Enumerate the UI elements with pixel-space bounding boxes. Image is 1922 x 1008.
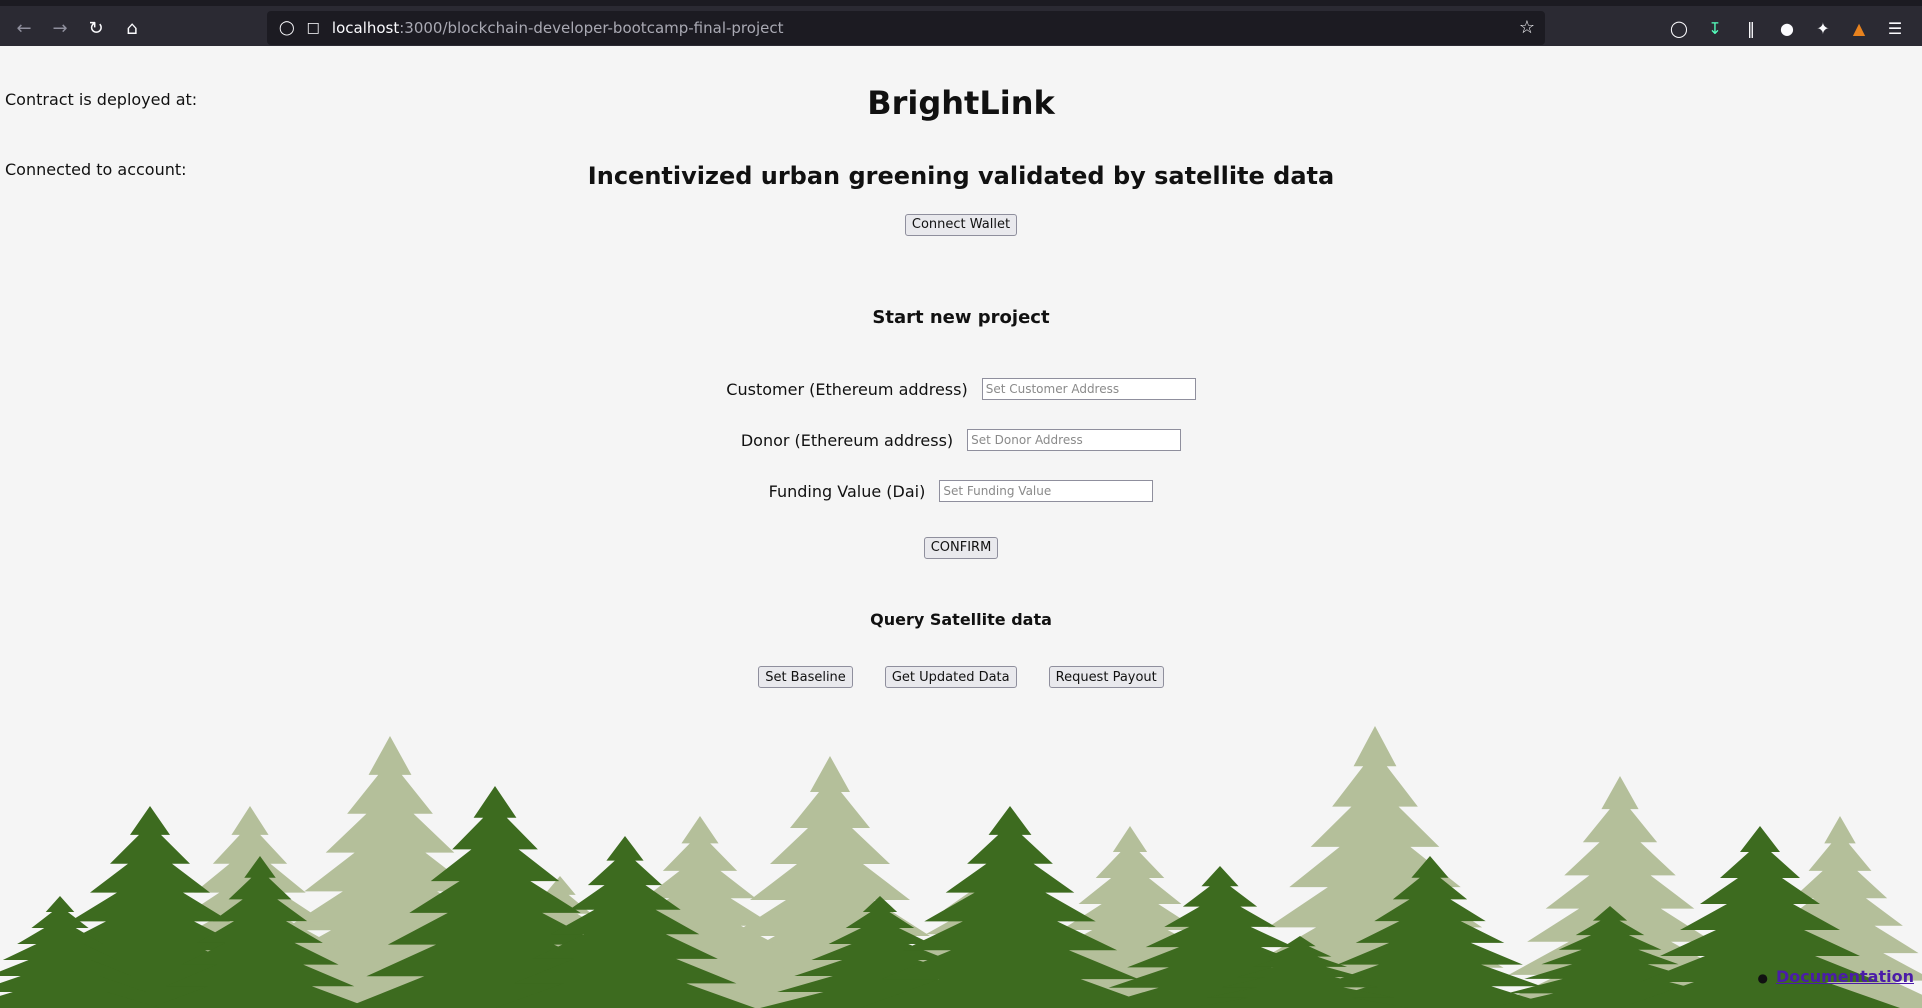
- confirm-button[interactable]: CONFIRM: [923, 536, 999, 559]
- shield-icon[interactable]: ◯: [279, 20, 295, 36]
- connect-wallet-button[interactable]: Connect Wallet: [904, 213, 1018, 236]
- metamask-fox-icon[interactable]: ▲: [1847, 16, 1871, 40]
- customer-row: Customer (Ethereum address): [0, 378, 1922, 400]
- funding-value-input[interactable]: [939, 480, 1154, 502]
- back-icon[interactable]: ←: [10, 14, 38, 42]
- url-bar[interactable]: ◯ □ localhost:3000/blockchain-developer-…: [267, 11, 1545, 45]
- pocket-icon[interactable]: ◯: [1667, 16, 1691, 40]
- documentation-list: ● Documentation: [1757, 967, 1914, 986]
- url-host[interactable]: localhost: [332, 19, 399, 37]
- get-updated-data-button[interactable]: Get Updated Data: [884, 666, 1017, 688]
- satellite-actions: Set Baseline Get Updated Data Request Pa…: [0, 666, 1922, 688]
- donor-row: Donor (Ethereum address): [0, 429, 1922, 451]
- page-content: Contract is deployed at: Connected to ac…: [0, 46, 1922, 1008]
- funding-row: Funding Value (Dai): [0, 480, 1922, 502]
- page-icon[interactable]: □: [307, 20, 320, 36]
- library-icon[interactable]: ‖: [1739, 16, 1763, 40]
- url-path[interactable]: :3000/blockchain-developer-bootcamp-fina…: [399, 19, 783, 37]
- confirm-wrap: CONFIRM: [0, 536, 1922, 559]
- funding-label: Funding Value (Dai): [768, 481, 926, 501]
- donor-label: Donor (Ethereum address): [740, 430, 954, 450]
- donor-address-input[interactable]: [967, 429, 1182, 451]
- customer-label: Customer (Ethereum address): [726, 379, 968, 399]
- page-title: BrightLink: [867, 84, 1055, 122]
- account-icon[interactable]: ●: [1775, 16, 1799, 40]
- page-subtitle: Incentivized urban greening validated by…: [587, 162, 1335, 190]
- documentation-link[interactable]: Documentation: [1776, 967, 1914, 986]
- satellite-heading: Query Satellite data: [870, 610, 1052, 629]
- menu-icon[interactable]: ☰: [1883, 16, 1907, 40]
- home-icon[interactable]: ⌂: [118, 14, 146, 42]
- forward-icon[interactable]: →: [46, 14, 74, 42]
- downloads-icon[interactable]: ↧: [1703, 16, 1727, 40]
- browser-toolbar: ← → ↻ ⌂ ◯ □ localhost:3000/blockchain-de…: [0, 0, 1922, 46]
- reload-icon[interactable]: ↻: [82, 14, 110, 42]
- customer-address-input[interactable]: [981, 378, 1196, 400]
- forest-background: [0, 726, 1922, 1008]
- new-project-heading: Start new project: [872, 307, 1050, 328]
- connect-wallet-wrap: Connect Wallet: [0, 213, 1922, 236]
- request-payout-button[interactable]: Request Payout: [1048, 666, 1164, 688]
- bookmark-star-icon[interactable]: ☆: [1519, 17, 1535, 38]
- extension-icon[interactable]: ✦: [1811, 16, 1835, 40]
- bullet-icon: ●: [1757, 971, 1768, 985]
- set-baseline-button[interactable]: Set Baseline: [758, 666, 853, 688]
